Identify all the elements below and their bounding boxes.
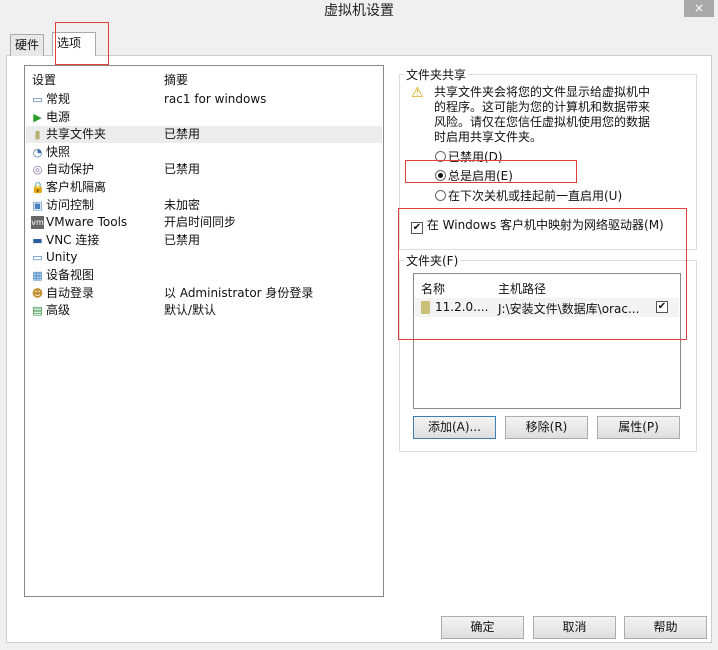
settings-row[interactable]: ▭ Unity: [26, 249, 382, 266]
setting-name: 常规: [46, 92, 71, 106]
properties-button[interactable]: 属性(P): [597, 416, 680, 439]
settings-row[interactable]: ▤ 高级 默认/默认: [26, 302, 382, 319]
tab-hardware[interactable]: 硬件: [10, 34, 45, 56]
annotation-box-always-enabled: [405, 160, 577, 183]
setting-name: 共享文件夹: [46, 127, 107, 142]
annotation-box-tab: [55, 22, 109, 65]
lock-icon: 🔒: [31, 181, 45, 194]
cancel-button[interactable]: 取消: [533, 616, 616, 639]
warning-icon: ⚠: [411, 85, 424, 101]
setting-name: Unity: [46, 250, 78, 265]
settings-row[interactable]: ◔ 快照: [26, 144, 382, 161]
settings-list: 设置 摘要 ▭ 常规 rac1 for windows ▶ 电源 ▮ 共享文件夹 已禁用 ◔ 快照…: [24, 65, 384, 597]
setting-summary: 以 Administrator 身份登录: [164, 285, 314, 300]
setting-name: 快照: [46, 144, 71, 159]
folder-sharing-label: 文件夹共享: [404, 66, 469, 83]
ok-button[interactable]: 确定: [441, 616, 524, 639]
radio-button[interactable]: [435, 190, 446, 201]
setting-name: 设备视图: [46, 268, 95, 282]
setting-name: 自动登录: [46, 285, 95, 300]
setting-summary: 未加密: [164, 197, 201, 212]
setting-summary: 已禁用: [164, 162, 201, 177]
setting-summary: 已禁用: [164, 127, 201, 142]
add-button[interactable]: 添加(A)...: [413, 416, 496, 439]
vnc-icon: ▬: [32, 233, 43, 247]
setting-summary: 默认/默认: [164, 303, 217, 318]
setting-summary: 开启时间同步: [164, 215, 237, 230]
column-header-summary[interactable]: 摘要: [164, 71, 188, 88]
settings-row[interactable]: ▬ VNC 连接 已禁用: [26, 232, 382, 249]
warning-text: 共享文件夹会将您的文件显示给虚拟机中的程序。这可能为您的计算机和数据带来风险。请…: [434, 85, 651, 144]
snapshot-icon: ◔: [32, 145, 43, 159]
monitor-icon: ▭: [32, 93, 43, 106]
setting-name: 客户机隔离: [46, 180, 107, 194]
settings-row[interactable]: ▮ 共享文件夹 已禁用: [26, 126, 382, 144]
advanced-icon: ▤: [32, 304, 43, 318]
setting-name: 自动保护: [46, 162, 95, 177]
settings-row[interactable]: 🔒 客户机隔离: [26, 179, 382, 196]
settings-row[interactable]: ▦ 设备视图: [26, 267, 382, 284]
device-view-icon: ▦: [32, 269, 43, 282]
vm-icon: vm: [31, 216, 44, 230]
access-icon: ▣: [32, 198, 43, 212]
folder-icon: ▮: [34, 128, 41, 142]
settings-row[interactable]: vm VMware Tools 开启时间同步: [26, 214, 382, 231]
setting-summary: 已禁用: [164, 232, 201, 247]
settings-row[interactable]: ▭ 常规 rac1 for windows: [26, 91, 382, 108]
settings-row[interactable]: ▣ 访问控制 未加密: [26, 197, 382, 214]
settings-row[interactable]: ◎ 自动保护 已禁用: [26, 161, 382, 178]
settings-row[interactable]: ☻ 自动登录 以 Administrator 身份登录: [26, 285, 382, 302]
play-icon: ▶: [33, 110, 42, 124]
setting-summary: rac1 for windows: [164, 92, 267, 106]
annotation-box-map-drive: [398, 208, 687, 340]
users-icon: ☻: [31, 286, 44, 300]
setting-name: 高级: [46, 303, 71, 318]
unity-icon: ▭: [32, 251, 43, 265]
help-button[interactable]: 帮助: [624, 616, 707, 639]
column-header-setting[interactable]: 设置: [32, 71, 56, 88]
radio-label: 在下次关机或挂起前一直启用(U): [448, 189, 623, 203]
setting-name: VMware Tools: [46, 215, 128, 230]
clock-icon: ◎: [32, 163, 43, 177]
settings-row[interactable]: ▶ 电源: [26, 109, 382, 126]
setting-name: 电源: [46, 109, 71, 124]
setting-name: VNC 连接: [46, 232, 100, 247]
close-button[interactable]: ×: [684, 0, 714, 17]
radio-until-poweroff[interactable]: 在下次关机或挂起前一直启用(U): [435, 187, 622, 204]
remove-button[interactable]: 移除(R): [505, 416, 588, 439]
setting-name: 访问控制: [46, 197, 95, 212]
